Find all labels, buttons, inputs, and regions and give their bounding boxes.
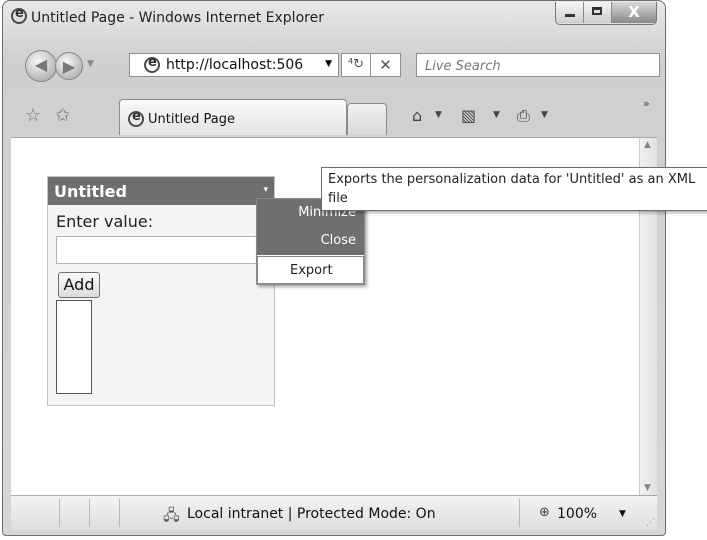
chevron-down-icon[interactable]: ▼ — [325, 59, 332, 69]
back-arrow-icon: ◀ — [34, 55, 48, 74]
stop-button[interactable]: ✕ — [371, 53, 401, 77]
status-divider — [59, 499, 60, 527]
refresh-icon: ⁴↻ — [347, 57, 365, 72]
ie-logo-icon — [11, 6, 27, 24]
status-bar: 🖧 Local intranet | Protected Mode: On ⊕ … — [11, 495, 657, 530]
maximize-button[interactable] — [584, 2, 612, 23]
search-input[interactable] — [423, 56, 657, 76]
back-button[interactable]: ◀ — [25, 50, 57, 82]
page-icon — [144, 55, 160, 73]
minimize-button[interactable] — [556, 2, 584, 23]
window-title: Untitled Page - Windows Internet Explore… — [31, 10, 324, 26]
feeds-icon[interactable]: ▧ — [461, 106, 476, 125]
add-favorites-icon[interactable]: ✩ — [55, 105, 70, 126]
refresh-button[interactable]: ⁴↻ — [341, 53, 371, 77]
search-box[interactable] — [416, 53, 660, 77]
home-dropdown-icon[interactable]: ▼ — [435, 110, 442, 120]
web-part-title: Untitled — [54, 182, 127, 201]
menu-item-close[interactable]: Close — [257, 227, 364, 255]
more-tools-icon[interactable]: » — [643, 97, 650, 110]
print-icon[interactable]: ⎙ — [517, 106, 530, 126]
browser-window: Untitled Page - Windows Internet Explore… — [2, 0, 666, 536]
close-icon: X — [628, 3, 640, 21]
home-icon[interactable]: ⌂ — [412, 106, 422, 125]
tab-untitled-page[interactable]: Untitled Page — [119, 99, 347, 135]
values-listbox[interactable] — [56, 300, 92, 394]
tab-label: Untitled Page — [148, 112, 236, 127]
caption-buttons: X — [555, 2, 657, 25]
export-tooltip: Exports the personalization data for 'Un… — [321, 167, 707, 211]
address-bar: ◀ ▶ ▼ http://localhost:506 ▼ ⁴↻ ✕ — [3, 45, 665, 85]
status-divider — [119, 499, 120, 527]
title-bar: Untitled Page - Windows Internet Explore… — [3, 1, 665, 33]
value-input[interactable] — [56, 236, 268, 264]
verbs-menu-icon[interactable]: ▾ — [263, 185, 268, 195]
scroll-down-icon[interactable]: ▼ — [644, 483, 651, 493]
url-field[interactable]: http://localhost:506 ▼ — [129, 53, 339, 77]
value-label: Enter value: — [56, 212, 154, 231]
zoom-icon[interactable]: ⊕ — [539, 505, 550, 520]
web-part-title-bar: Untitled ▾ — [48, 177, 274, 205]
resize-grip-icon[interactable]: ⋰ — [646, 518, 655, 528]
menu-item-export[interactable]: Export — [257, 256, 364, 284]
add-button[interactable]: Add — [58, 272, 100, 298]
url-text: http://localhost:506 — [166, 57, 304, 73]
tab-page-icon — [128, 109, 144, 127]
recent-pages-dropdown[interactable]: ▼ — [87, 59, 94, 69]
print-dropdown-icon[interactable]: ▼ — [541, 110, 548, 120]
stop-icon: ✕ — [379, 56, 392, 74]
status-divider — [519, 499, 520, 527]
zoom-dropdown-icon[interactable]: ▼ — [619, 509, 626, 519]
scroll-up-icon[interactable]: ▲ — [644, 140, 651, 150]
zoom-level[interactable]: 100% — [557, 506, 597, 522]
favorites-star-icon[interactable]: ☆ — [25, 105, 41, 126]
close-window-button[interactable]: X — [612, 2, 656, 23]
web-part: Untitled ▾ Enter value: Add — [47, 176, 275, 406]
intranet-zone-icon: 🖧 — [163, 506, 180, 524]
new-tab-button[interactable] — [347, 103, 387, 135]
status-divider — [89, 499, 90, 527]
forward-arrow-icon: ▶ — [62, 57, 76, 76]
forward-button[interactable]: ▶ — [55, 52, 83, 80]
verbs-menu: Minimize Close Export — [256, 198, 365, 285]
tab-bar: ☆ ✩ Untitled Page ⌂ ▼ ▧ ▼ ⎙ ▼ » — [3, 95, 665, 137]
feeds-dropdown-icon[interactable]: ▼ — [493, 110, 500, 120]
security-zone-text[interactable]: Local intranet | Protected Mode: On — [187, 506, 436, 522]
